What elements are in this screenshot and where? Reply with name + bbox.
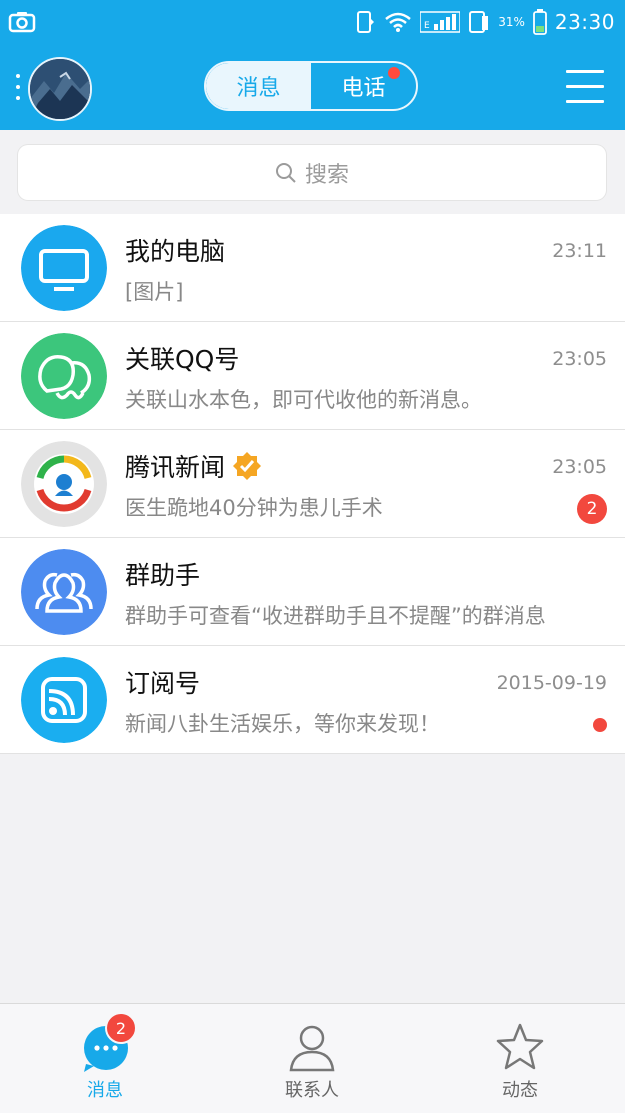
svg-text:E: E <box>424 21 430 31</box>
calls-notification-dot <box>388 67 400 79</box>
vibrate-icon <box>357 11 375 33</box>
screenshot-icon <box>8 12 36 33</box>
tabbar-item-contacts[interactable]: 联系人 <box>252 1004 372 1113</box>
conversation-preview: 群助手可查看“收进群助手且不提醒”的群消息 <box>125 604 546 628</box>
conversation-time: 23:05 <box>552 456 607 478</box>
tab-calls-label: 电话 <box>341 76 386 101</box>
list-item[interactable]: 我的电脑 [图片] 23:11 <box>0 214 625 322</box>
sim-icon <box>469 11 489 33</box>
search-bar[interactable]: 搜索 <box>18 145 606 200</box>
avatar-image <box>30 59 90 119</box>
bottom-tab-bar: 2 消息 联系人 动态 <box>0 1003 625 1113</box>
tab-messages[interactable]: 消息 <box>206 63 311 109</box>
tabbar-label: 联系人 <box>285 1080 339 1101</box>
verified-icon <box>233 452 262 480</box>
conversation-title: 订阅号 <box>125 669 201 698</box>
conversation-title: 群助手 <box>125 561 201 590</box>
list-item[interactable]: 群助手 群助手可查看“收进群助手且不提醒”的群消息 <box>0 538 625 646</box>
tabbar-badge: 2 <box>105 1012 137 1044</box>
contacts-icon <box>289 1025 335 1072</box>
conversation-preview: 医生跪地40分钟为患儿手术 <box>125 496 383 520</box>
rss-icon <box>21 657 107 743</box>
wifi-icon <box>385 12 411 32</box>
drawer-dots-icon[interactable] <box>16 72 20 102</box>
conversation-list: 我的电脑 [图片] 23:11 关联QQ号 关联山水本色，即可代收他的新消息。 … <box>0 214 625 754</box>
conversation-title: 关联QQ号 <box>125 345 240 374</box>
battery-percent: 31% <box>498 15 525 29</box>
monitor-icon <box>21 225 107 311</box>
search-icon <box>275 162 296 183</box>
conversation-title: 腾讯新闻 <box>125 453 226 482</box>
linked-accounts-icon <box>21 333 107 419</box>
group-assistant-icon <box>21 549 107 635</box>
conversation-preview: 新闻八卦生活娱乐，等你来发现！ <box>125 712 440 736</box>
star-icon <box>496 1023 544 1070</box>
conversation-preview: 关联山水本色，即可代收他的新消息。 <box>125 388 482 412</box>
menu-icon[interactable] <box>566 70 604 104</box>
tabbar-label: 消息 <box>87 1080 123 1101</box>
list-item[interactable]: 腾讯新闻 医生跪地40分钟为患儿手术 23:05 2 <box>0 430 625 538</box>
tabbar-item-feeds[interactable]: 动态 <box>460 1004 580 1113</box>
tencent-news-icon <box>21 441 107 527</box>
clock: 23:30 <box>554 10 615 34</box>
status-bar: E 31% 23:30 <box>0 0 625 44</box>
unread-dot <box>593 718 607 732</box>
tab-calls[interactable]: 电话 <box>311 63 416 109</box>
tabbar-item-messages[interactable]: 2 消息 <box>45 1004 165 1113</box>
conversation-time: 23:11 <box>552 240 607 262</box>
conversation-time: 23:05 <box>552 348 607 370</box>
battery-icon <box>532 9 547 35</box>
list-item[interactable]: 关联QQ号 关联山水本色，即可代收他的新消息。 23:05 <box>0 322 625 430</box>
unread-badge: 2 <box>577 494 607 524</box>
tabbar-label: 动态 <box>502 1080 538 1101</box>
conversation-preview: [图片] <box>125 280 184 304</box>
tab-messages-label: 消息 <box>236 76 281 101</box>
header-segmented-control: 消息 电话 <box>204 61 418 111</box>
conversation-title: 我的电脑 <box>125 237 226 266</box>
conversation-time: 2015-09-19 <box>496 672 607 694</box>
list-item[interactable]: 订阅号 新闻八卦生活娱乐，等你来发现！ 2015-09-19 <box>0 646 625 754</box>
search-placeholder: 搜索 <box>304 162 349 188</box>
avatar[interactable] <box>28 57 92 121</box>
signal-icon: E <box>420 11 461 33</box>
